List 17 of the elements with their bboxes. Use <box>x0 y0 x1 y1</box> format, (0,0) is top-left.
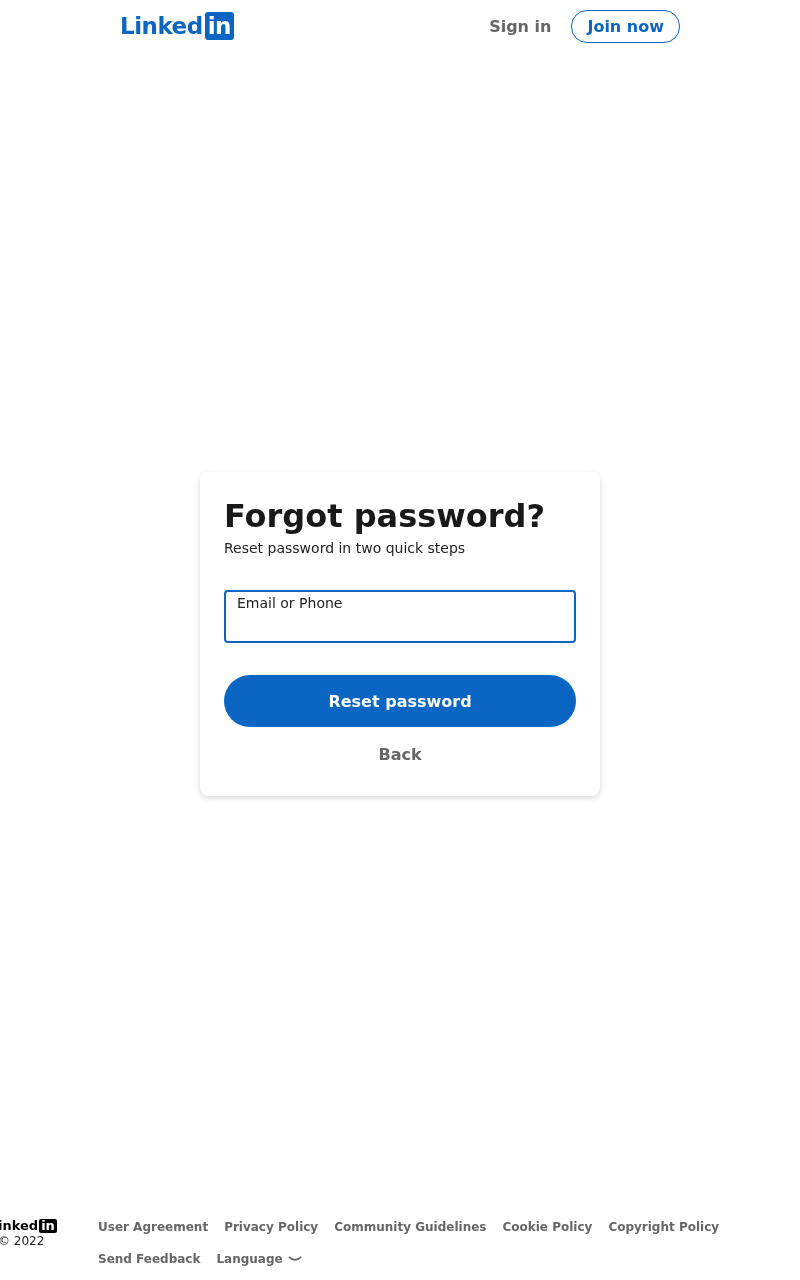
footer-link[interactable]: Send Feedback <box>98 1250 201 1268</box>
join-now-button[interactable]: Join now <box>571 9 680 43</box>
chevron-down-icon <box>287 1255 302 1263</box>
sign-in-link[interactable]: Sign in <box>489 16 552 36</box>
subtitle: Reset password in two quick steps <box>224 540 467 556</box>
footer-link[interactable]: Community Guidelines <box>334 1218 487 1236</box>
logo[interactable]: Linked in <box>120 12 234 40</box>
page-title: Forgot password? <box>224 496 547 536</box>
footer-link[interactable]: Cookie Policy <box>502 1218 593 1236</box>
copyright: © 2022 <box>0 1234 45 1248</box>
language-dropdown[interactable]: Language <box>216 1250 302 1268</box>
footer-link[interactable]: Copyright Policy <box>608 1218 720 1236</box>
back-link[interactable]: Back <box>372 743 428 766</box>
reset-password-button[interactable]: Reset password <box>224 675 576 727</box>
footer-link[interactable]: User Agreement <box>98 1218 209 1236</box>
footer-link[interactable]: Privacy Policy <box>224 1218 319 1236</box>
input-field[interactable]: Email or Phone <box>224 590 576 643</box>
